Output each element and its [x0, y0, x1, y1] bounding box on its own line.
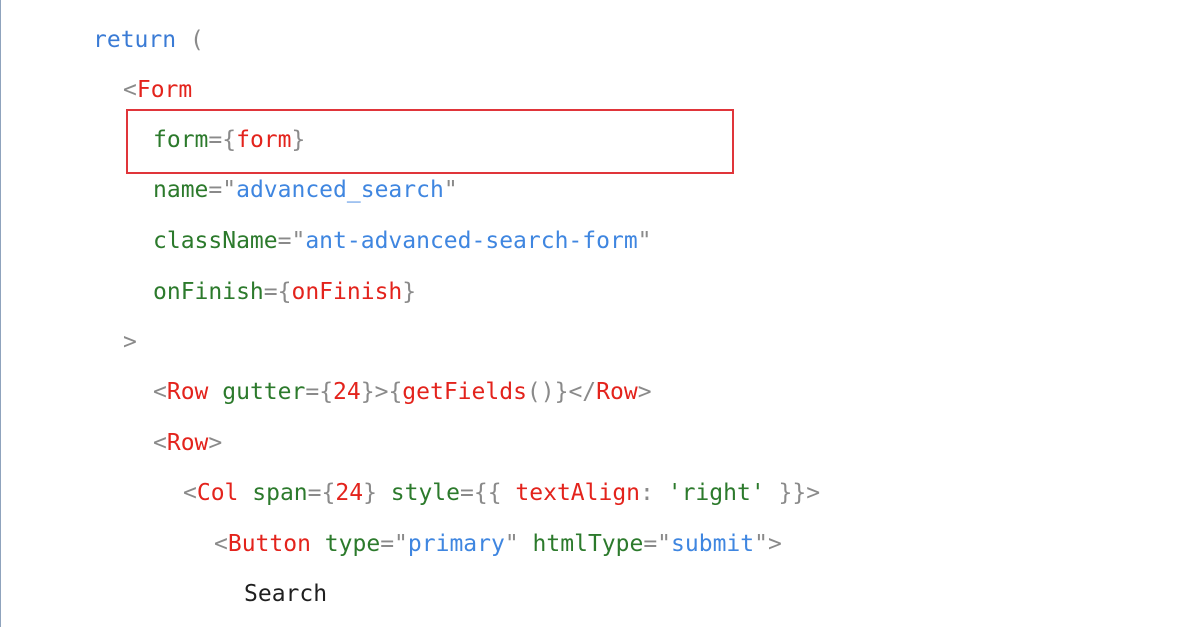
code-token: span — [238, 480, 308, 506]
code-token: textAlign — [515, 480, 641, 506]
code-line-4: name="advanced_search" — [153, 173, 458, 207]
code-token: ( — [176, 27, 204, 53]
code-viewer: return ( <Form form={form} name="advance… — [0, 0, 1178, 627]
code-token: < — [214, 531, 228, 557]
code-token: return — [93, 27, 177, 53]
code-line-12: Search — [244, 577, 327, 611]
code-token: Form — [136, 77, 193, 103]
highlight-box — [126, 109, 734, 174]
code-token: } — [363, 480, 377, 506]
code-token: }}> — [764, 480, 821, 506]
code-token: Col — [196, 480, 239, 506]
code-token: =" — [277, 228, 306, 254]
code-token: =" — [208, 177, 237, 203]
code-line-8: <Row gutter={24}>{getFields()}</Row> — [153, 375, 652, 409]
code-token: Search — [244, 581, 328, 607]
code-token: "> — [754, 531, 782, 557]
code-token: " — [637, 228, 652, 254]
code-token: ()}</ — [526, 379, 597, 405]
code-token: onFinish — [153, 279, 264, 305]
code-token: =" — [643, 531, 672, 557]
code-token: style — [376, 480, 461, 506]
code-token: type — [310, 531, 381, 557]
code-token: ={{ — [460, 480, 516, 506]
code-token: ={ — [305, 379, 334, 405]
code-token: > — [637, 379, 652, 405]
code-token: getFields — [402, 379, 527, 405]
code-block: return ( <Form form={form} name="advance… — [1, 0, 820, 607]
code-token: > — [123, 329, 137, 355]
code-token: className — [153, 228, 278, 254]
code-line-2: <Form — [123, 73, 192, 107]
code-token: htmlType — [518, 531, 644, 557]
code-token: gutter — [208, 379, 306, 405]
code-token: : — [640, 480, 668, 506]
code-token: Row — [166, 379, 209, 405]
code-token: > — [208, 430, 223, 456]
code-token: Button — [227, 531, 311, 557]
code-token: < — [183, 480, 197, 506]
code-line-9: <Row> — [153, 426, 222, 460]
code-token: ant-advanced-search-form — [305, 228, 638, 254]
code-line-6: onFinish={onFinish} — [153, 275, 416, 309]
code-line-11: <Button type="primary" htmlType="submit"… — [214, 527, 782, 561]
code-token: < — [153, 430, 167, 456]
code-token: 24 — [333, 379, 361, 405]
code-token: advanced_search — [236, 177, 444, 203]
code-line-10: <Col span={24} style={{ textAlign: 'righ… — [183, 476, 820, 510]
code-line-5: className="ant-advanced-search-form" — [153, 224, 652, 258]
code-token: ={ — [307, 480, 336, 506]
code-token: < — [123, 77, 137, 103]
code-token: " — [504, 531, 519, 557]
code-token: ={ — [263, 279, 292, 305]
code-line-7: > — [123, 325, 137, 359]
code-token: " — [443, 177, 458, 203]
code-token: Row — [596, 379, 638, 405]
code-token: 24 — [335, 480, 364, 506]
code-token: < — [153, 379, 167, 405]
code-token: onFinish — [291, 279, 403, 305]
code-token: } — [402, 279, 417, 305]
code-token: Row — [166, 430, 209, 456]
code-token: }>{ — [360, 379, 403, 405]
code-token: 'right' — [667, 480, 765, 506]
code-token: =" — [380, 531, 408, 557]
code-token: submit — [671, 531, 755, 557]
code-token: name — [153, 177, 209, 203]
code-token: primary — [407, 531, 505, 557]
code-line-1: return ( — [93, 23, 204, 57]
